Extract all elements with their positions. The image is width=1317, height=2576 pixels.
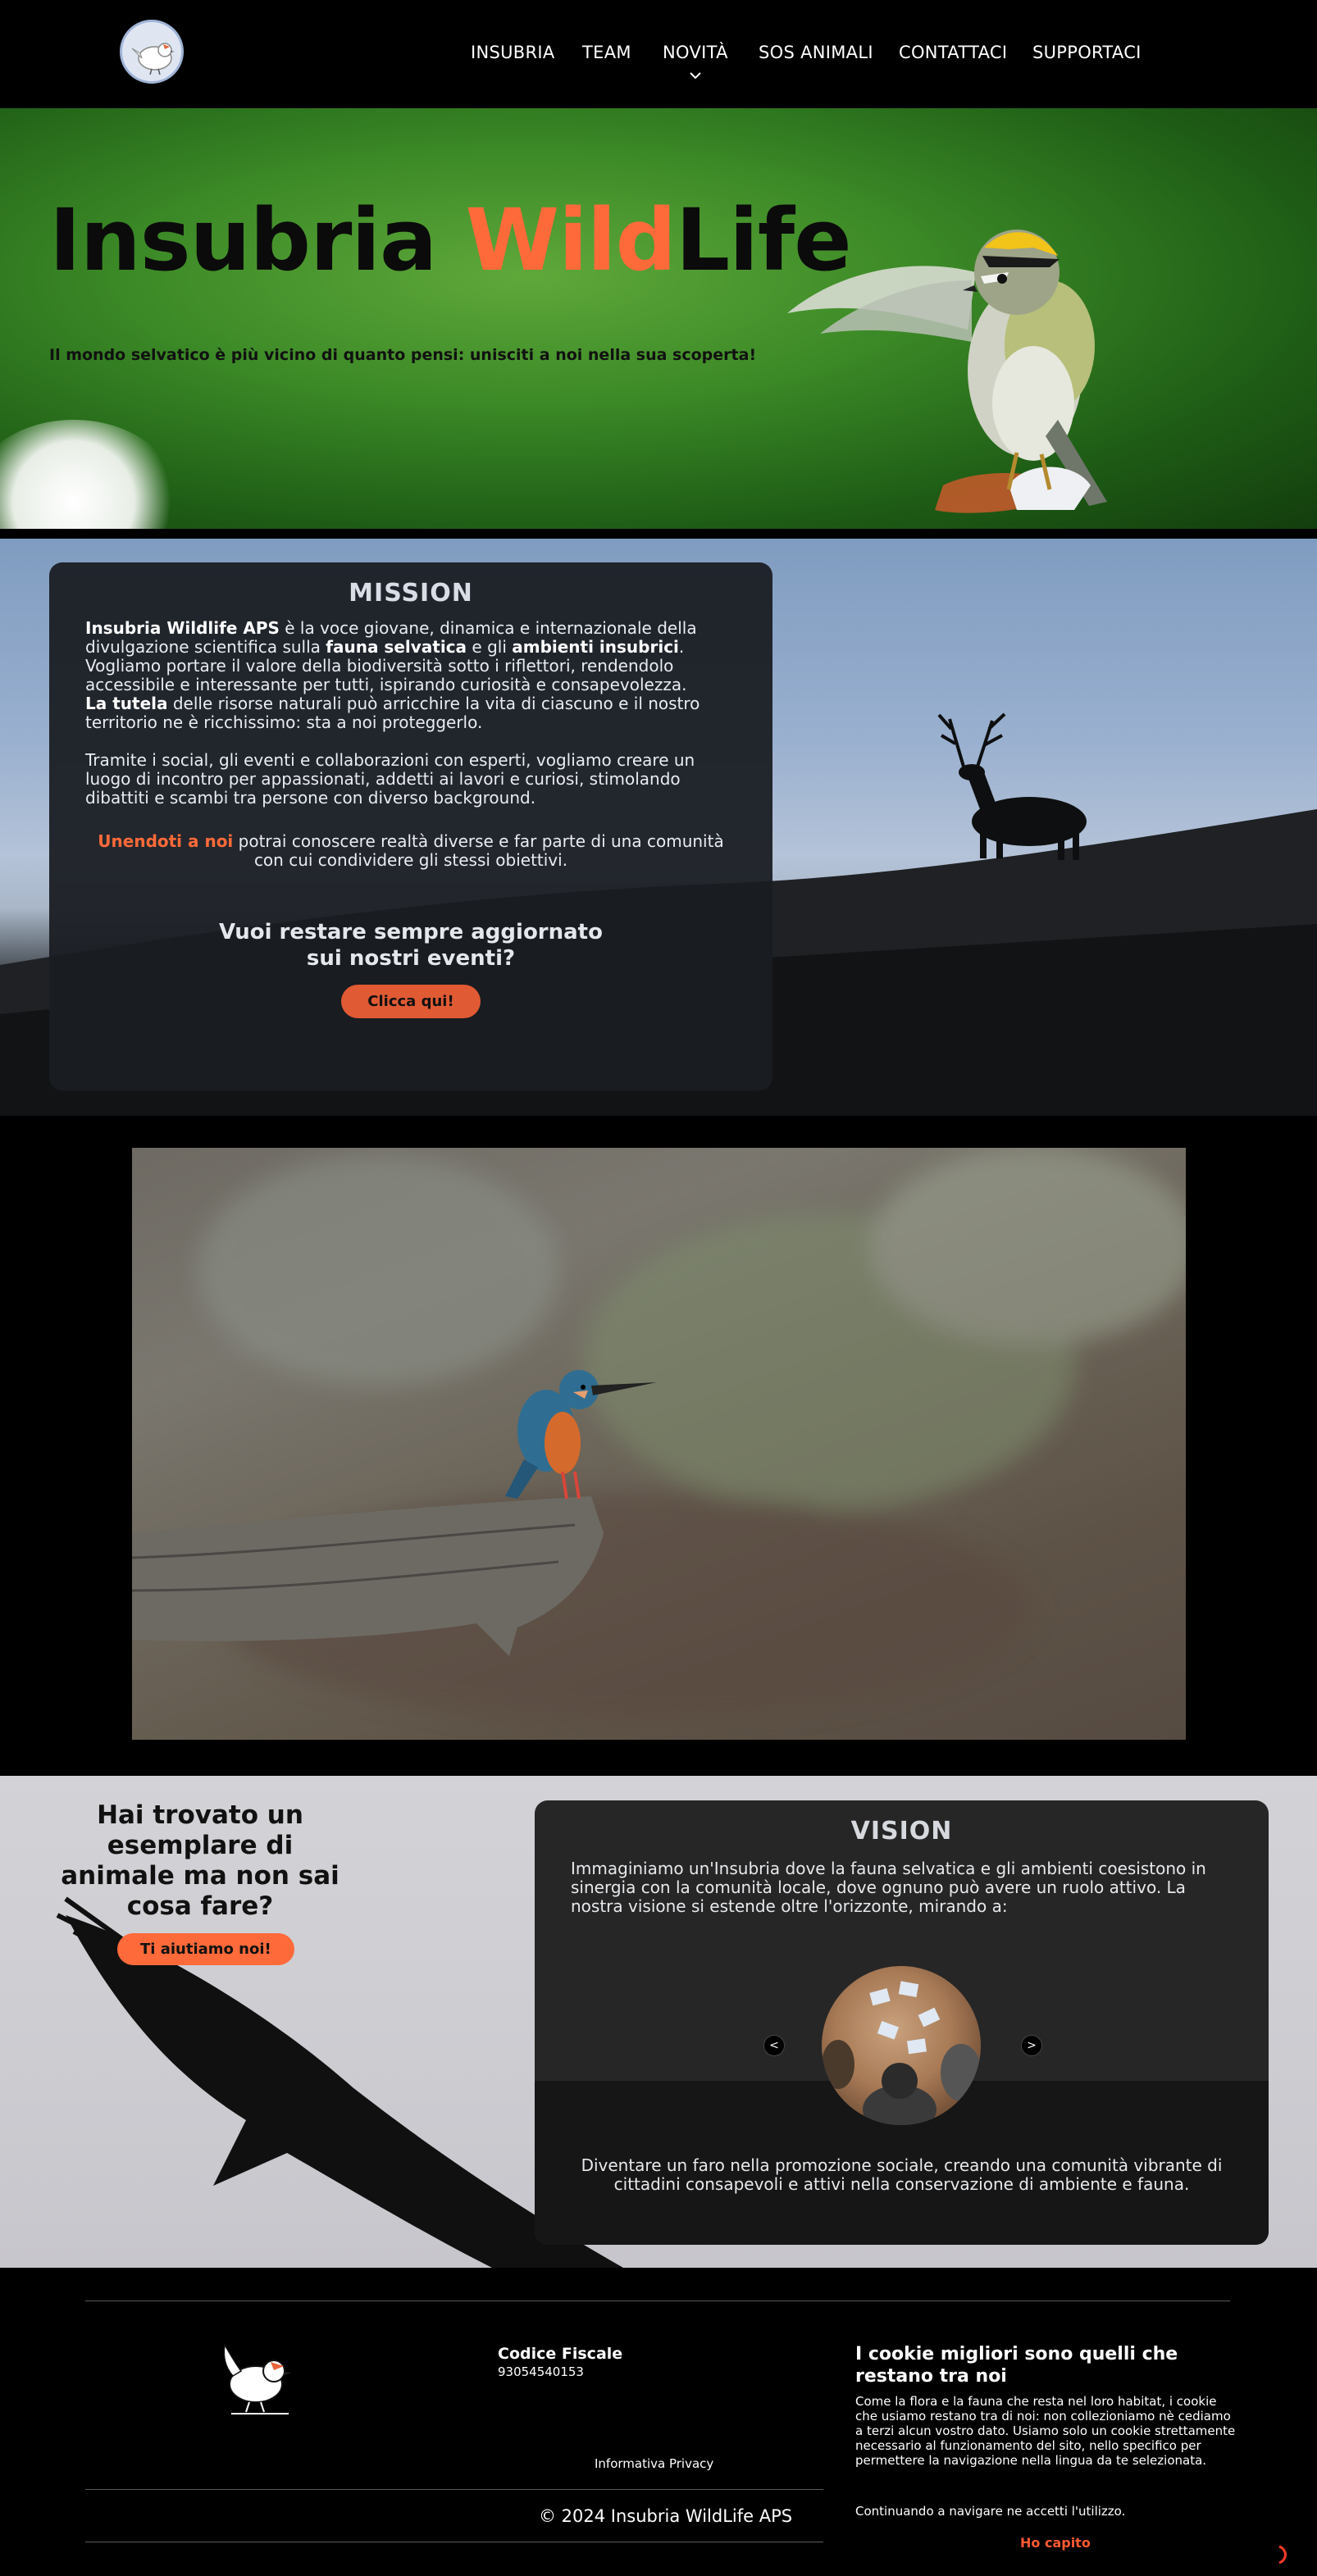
hero-flower-blur [0,420,180,529]
bird-logo-icon [223,2342,292,2414]
bird-logo-icon [131,43,175,75]
site-logo[interactable] [120,20,184,84]
sos-help-button[interactable]: Ti aiutiamo noi! [117,1933,294,1965]
top-navbar: INSUBRIA TEAM NOVITÀ SOS ANIMALI CONTATT… [0,0,1317,108]
cookie-banner-title: I cookie migliori sono quelli che restan… [855,2344,1178,2387]
spinner-icon [1276,2545,1291,2565]
vision-title: VISION [850,1817,953,1846]
nav-item-novita[interactable]: NOVITÀ [663,43,728,80]
footer-logo [215,2333,305,2424]
carousel-next-button[interactable]: > [1021,2035,1042,2056]
subscribe-button[interactable]: Clicca qui! [341,985,481,1018]
vision-intro: Immaginiamo un'Insubria dove la fauna se… [571,1859,1206,1916]
sos-heading: Hai trovato un esemplare di animale ma n… [61,1800,340,1921]
mission-title: MISSION [349,579,473,608]
firecrest-bird-image [787,230,1107,513]
chevron-down-icon [663,67,728,83]
carousel-image [822,1966,981,2125]
nav-item-team[interactable]: TEAM [582,43,631,62]
group-meeting-image [822,1981,981,2125]
nav-item-novita-label: NOVITÀ [663,43,728,62]
copyright-text: © 2024 Insubria WildLife APS [539,2506,793,2526]
kingfisher-image [132,1148,1186,1722]
nav-item-supportaci[interactable]: SUPPORTACI [1032,43,1142,62]
carousel-slide-text: Diventare un faro nella promozione socia… [581,2155,1223,2194]
newsletter-question: Vuoi restare sempre aggiornato sui nostr… [219,920,603,971]
mission-paragraph: Insubria Wildlife APS è la voce giovane,… [85,618,700,808]
mission-card: MISSION Insubria Wildlife APS è la voce … [49,562,772,1090]
privacy-link[interactable]: Informativa Privacy [595,2456,713,2471]
carousel-prev-button[interactable]: < [763,2035,785,2056]
mission-join-text: Unendoti a noi potrai conoscere realtà d… [98,831,724,870]
tax-code-label: Codice Fiscale [498,2345,623,2363]
hero-banner: Insubria WildLife Il mondo selvatico è p… [0,108,1317,529]
section-divider [0,529,1317,539]
hero-title: Insubria WildLife [49,190,852,290]
hero-subtitle: Il mondo selvatico è più vicino di quant… [49,346,757,364]
nav-item-contattaci[interactable]: CONTATTACI [899,43,1007,62]
nav-item-sos-animali[interactable]: SOS ANIMALI [759,43,873,62]
footer-divider-mid [85,2489,823,2490]
tax-code-value: 93054540153 [498,2364,584,2379]
cookie-continue-text: Continuando a navigare ne accetti l'util… [855,2504,1126,2519]
cookie-accept-button[interactable]: Ho capito [1020,2535,1091,2551]
cookie-banner-text: Come la flora e la fauna che resta nel l… [855,2394,1236,2468]
vision-card: VISION Immaginiamo un'Insubria dove la f… [535,1800,1269,2245]
kingfisher-photo [132,1148,1186,1740]
nav-item-insubria[interactable]: INSUBRIA [471,43,555,62]
